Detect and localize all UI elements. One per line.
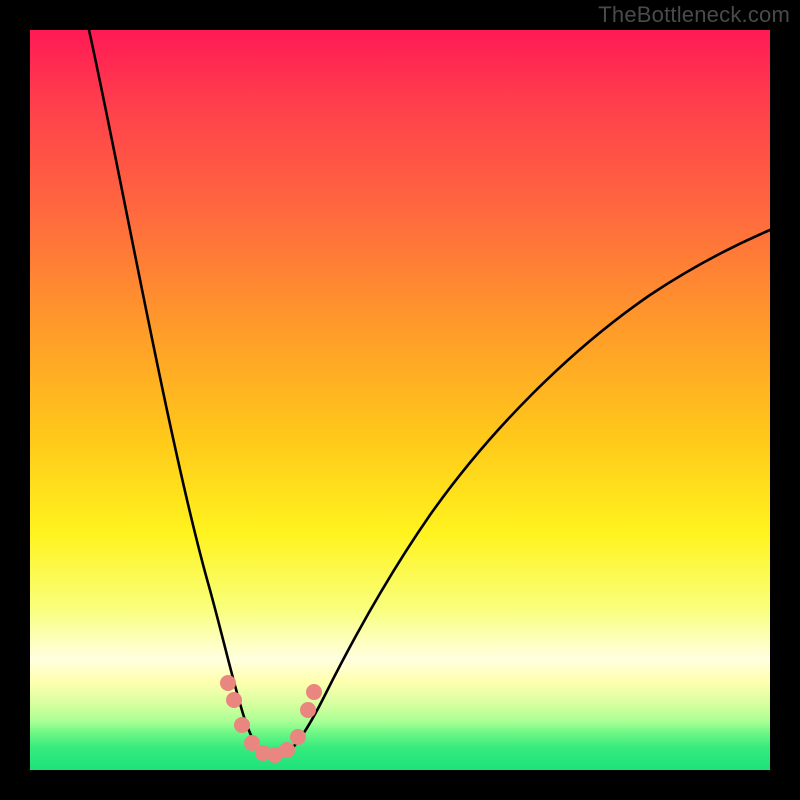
- chart-frame: TheBottleneck.com: [0, 0, 800, 800]
- watermark-text: TheBottleneck.com: [598, 2, 790, 28]
- chart-plot: [30, 30, 770, 770]
- bottleneck-curve: [89, 30, 770, 757]
